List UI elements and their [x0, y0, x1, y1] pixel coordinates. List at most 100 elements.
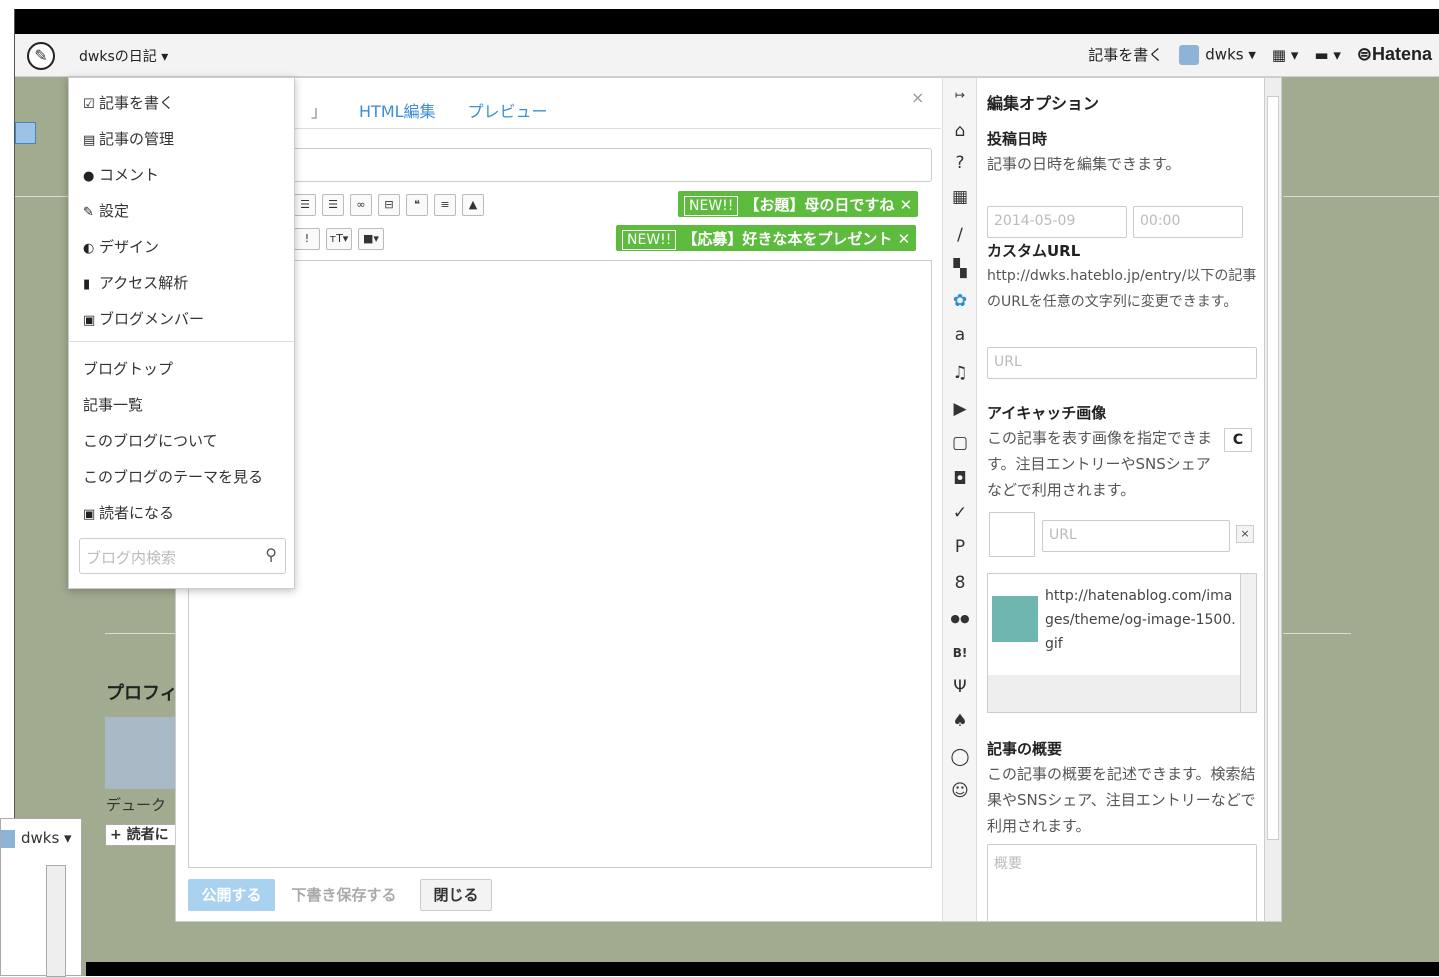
hatena-bookmark-icon[interactable]: B!	[949, 642, 971, 664]
follow-button[interactable]: + 読者に	[105, 824, 185, 846]
smile-icon[interactable]: ☺	[949, 780, 971, 802]
category-icon[interactable]: ▚	[949, 258, 971, 280]
profile-avatar[interactable]	[105, 717, 175, 789]
options-scrollbar[interactable]	[1264, 78, 1281, 921]
menu-item-comments[interactable]: ● コメント	[83, 164, 159, 185]
tab-preview[interactable]: プレビュー	[468, 98, 548, 122]
theme-badge-text: 【応募】好きな本をプレゼント ✕	[682, 230, 911, 248]
music-icon[interactable]: ♫	[949, 362, 971, 384]
publish-button[interactable]: 公開する	[188, 879, 275, 911]
unordered-list-icon[interactable]: ☰	[294, 194, 316, 216]
brush-icon[interactable]: ∕	[949, 224, 971, 246]
options-scrollbar-thumb[interactable]	[1267, 96, 1279, 840]
blog-name-menu[interactable]: dwksの日記 ▾	[79, 46, 168, 66]
blog-search-input[interactable]: ブログ内検索 ⚲	[79, 538, 286, 574]
custom-url-input[interactable]: URL	[987, 347, 1257, 379]
menu-item-label: 記事を書く	[99, 94, 175, 112]
github-icon[interactable]: ◯	[949, 746, 971, 768]
menu-link-article-list[interactable]: 記事一覧	[83, 394, 143, 415]
title-input[interactable]	[188, 148, 932, 182]
menu-item-design[interactable]: ◐ デザイン	[83, 236, 159, 257]
hatena-logo-icon[interactable]: ✎	[27, 42, 55, 70]
table-icon[interactable]: ≡	[434, 194, 456, 216]
menu-link-blog-top[interactable]: ブログトップ	[83, 358, 173, 379]
editor-tabs: 」 HTML編集 プレビュー	[311, 98, 548, 122]
menu-item-settings[interactable]: ✎ 設定	[83, 200, 129, 221]
quote-icon[interactable]: ❝	[406, 194, 428, 216]
photo-icon[interactable]: ▦	[949, 186, 971, 208]
user-menu[interactable]: dwks ▾	[1179, 44, 1256, 65]
upload-icon[interactable]: ▲	[462, 194, 484, 216]
tv-icon[interactable]: ▢	[949, 432, 971, 454]
menu-item-subscribe[interactable]: ▣ 読者になる	[83, 502, 174, 523]
notifications-menu[interactable]: ▬ ▾	[1314, 46, 1341, 64]
save-draft-button[interactable]: 下書き保存する	[284, 879, 404, 911]
summary-textarea[interactable]: 概要	[987, 844, 1257, 921]
document-icon: ▤	[83, 133, 96, 148]
chat-bubble-icon: ▬	[1314, 45, 1329, 64]
menu-item-members[interactable]: ▣ ブログメンバー	[83, 308, 204, 329]
collapse-icon[interactable]: ↦	[949, 84, 971, 106]
instagram-icon[interactable]: ◘	[949, 468, 971, 490]
write-article-link[interactable]: 記事を書く	[1088, 44, 1163, 65]
apps-menu-caret: ▾	[1290, 45, 1299, 64]
body-editor[interactable]	[188, 260, 932, 868]
refresh-icon[interactable]: C	[1224, 428, 1252, 452]
close-button[interactable]: 閉じる	[420, 879, 492, 911]
time-input[interactable]: 00:00	[1133, 206, 1243, 238]
remove-icon[interactable]: ×	[1236, 525, 1254, 543]
pinterest-icon[interactable]: P	[949, 536, 971, 558]
tab-html-edit[interactable]: HTML編集	[359, 98, 436, 122]
theme-badge-mothers-day[interactable]: NEW!! 【お題】母の日ですね ✕	[678, 191, 919, 217]
google-icon[interactable]: 8	[949, 572, 971, 594]
user-avatar-icon	[1, 829, 15, 848]
youtube-icon[interactable]: ▶	[949, 398, 971, 420]
restaurant-icon[interactable]: Ψ	[949, 676, 971, 698]
menu-link-about[interactable]: このブログについて	[83, 430, 218, 451]
close-icon[interactable]: ×	[911, 88, 924, 107]
menu-item-label: デザイン	[99, 238, 160, 256]
search-icon[interactable]: ⚲	[265, 545, 277, 564]
hatena-brand-link[interactable]: ⊜Hatena	[1357, 44, 1432, 65]
summary-heading: 記事の概要	[987, 740, 1063, 758]
popup-scrollbar[interactable]	[46, 865, 66, 977]
custom-url-desc: http://dwks.hateblo.jp/entry/以下の記事のURLを任…	[987, 268, 1257, 310]
image-url-text[interactable]: http://hatenablog.com/images/theme/og-im…	[1045, 584, 1237, 656]
popup-user-menu[interactable]: dwks ▾	[1, 829, 72, 848]
editor-toolbar-row1: ☰ ☰ ∞ ⊟ ❝ ≡ ▲	[294, 194, 484, 216]
profile-name[interactable]: デューク	[106, 794, 166, 815]
ordered-list-icon[interactable]: ☰	[322, 194, 344, 216]
color-picker-icon[interactable]: ■▾	[358, 228, 384, 250]
gear-icon[interactable]: ✿	[949, 290, 971, 312]
edit-options-title: 編集オプション	[987, 94, 1100, 113]
menu-item-analytics[interactable]: ▮ アクセス解析	[83, 272, 188, 293]
menu-item-label: ブログメンバー	[99, 310, 205, 328]
image-list-scrollbar[interactable]	[1240, 574, 1256, 712]
twitter-icon[interactable]: ✓	[949, 502, 971, 524]
eyecatch-url-input[interactable]: URL	[1042, 520, 1230, 552]
help-icon[interactable]: ?	[949, 152, 971, 174]
image-thumbnail[interactable]	[992, 596, 1038, 642]
tab-current[interactable]: 」	[311, 98, 327, 122]
eyecatch-desc: この記事を表す画像を指定できます。注目エントリーやSNSシェアなどで利用されます…	[987, 429, 1213, 499]
link-icon[interactable]: ∞	[350, 194, 372, 216]
date-input[interactable]: 2014-05-09	[987, 206, 1127, 238]
menu-item-write[interactable]: ☑ 記事を書く	[83, 92, 174, 113]
header-right-group: 記事を書く dwks ▾ ▦ ▾ ▬ ▾ ⊜Hatena	[1088, 44, 1432, 65]
apps-menu[interactable]: ▦ ▾	[1272, 46, 1299, 64]
menu-link-theme[interactable]: このブログのテーマを見る	[83, 466, 263, 487]
font-size-icon[interactable]: тT▾	[326, 228, 352, 250]
evernote-icon[interactable]: ♠	[949, 710, 971, 732]
theme-badge-book-present[interactable]: NEW!! 【応募】好きな本をプレゼント ✕	[616, 225, 917, 251]
flickr-icon[interactable]: ●●	[949, 608, 971, 630]
bookmark-icon: ▣	[83, 507, 96, 522]
more-icon[interactable]: ⊟	[378, 194, 400, 216]
amazon-icon[interactable]: a	[949, 324, 971, 346]
theme-badge-text: 【お題】母の日ですね ✕	[744, 196, 913, 214]
menu-item-manage[interactable]: ▤ 記事の管理	[83, 128, 174, 149]
home-icon[interactable]: ⌂	[949, 120, 971, 142]
eyecatch-heading: アイキャッチ画像	[987, 404, 1107, 422]
new-label: NEW!!	[684, 196, 739, 216]
emphasis-icon[interactable]: !	[294, 228, 320, 250]
menu-item-label: 読者になる	[99, 504, 175, 522]
